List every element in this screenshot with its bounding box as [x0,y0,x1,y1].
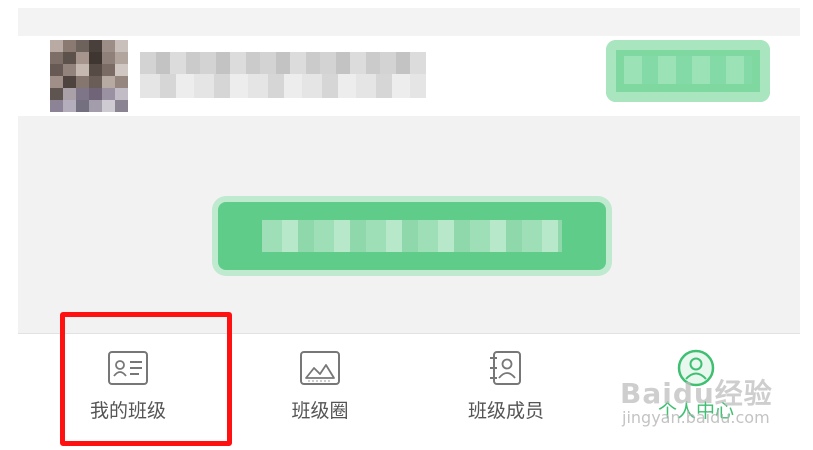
tab-class-members[interactable]: 班级成员 [416,334,596,450]
blurred-action-button[interactable] [606,40,770,102]
bottom-tabbar: 我的班级 班级圈 班级成员 个人中心 [18,334,800,450]
tab-label: 班级成员 [467,400,544,422]
profile-header [18,36,800,116]
tab-class-circle[interactable]: 班级圈 [230,334,410,450]
blurred-profile-name [140,52,426,98]
avatar [50,40,128,112]
tab-label: 班级圈 [291,400,349,422]
tab-my-class[interactable]: 我的班级 [38,334,218,450]
contact-list-icon [490,351,521,385]
person-circle-icon [677,349,715,387]
tab-personal-center[interactable]: 个人中心 [606,334,786,450]
tab-label: 我的班级 [89,400,166,422]
content-panel [18,116,800,334]
id-card-icon [108,351,148,385]
blurred-primary-button[interactable] [218,202,606,270]
photo-icon [300,351,340,385]
tab-label: 个人中心 [657,400,734,422]
top-strip [18,8,800,36]
